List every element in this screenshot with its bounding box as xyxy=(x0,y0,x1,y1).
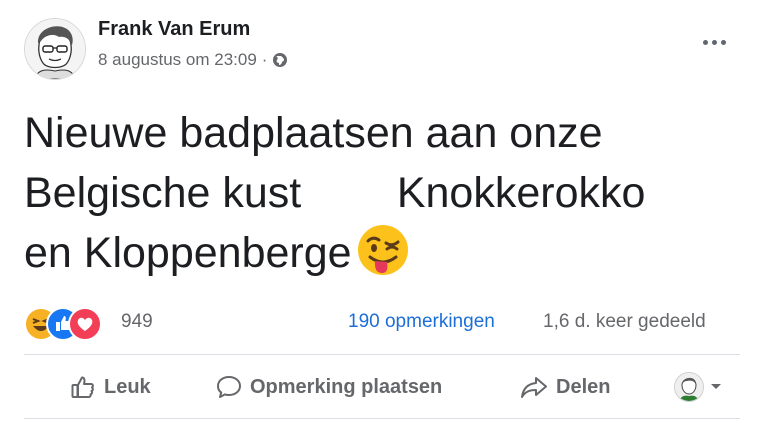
winking-face-tongue-emoji xyxy=(357,225,408,275)
divider xyxy=(24,354,740,355)
meta-separator: · xyxy=(261,50,268,69)
post-message-text: Nieuwe badplaatsen aan onze Belgische ku… xyxy=(24,109,646,277)
comment-button-label: Opmerking plaatsen xyxy=(250,375,443,398)
shares-count[interactable]: 1,6 d. keer gedeeld xyxy=(543,311,706,333)
share-button[interactable]: Delen xyxy=(520,367,610,407)
author-avatar[interactable] xyxy=(24,18,86,80)
post-as-selector[interactable] xyxy=(674,367,722,407)
more-options-icon[interactable] xyxy=(694,30,734,54)
divider-bottom xyxy=(24,418,740,419)
speech-bubble-icon xyxy=(217,376,241,398)
reaction-count[interactable]: 949 xyxy=(121,311,153,333)
author-name[interactable]: Frank Van Erum xyxy=(98,18,250,41)
love-reaction-icon xyxy=(68,307,102,341)
share-button-label: Delen xyxy=(556,375,611,398)
comments-count-link[interactable]: 190 opmerkingen xyxy=(348,311,495,333)
facebook-post: Frank Van Erum 8 augustus om 23:09 · Nie… xyxy=(0,0,763,431)
like-button-label: Leuk xyxy=(104,375,151,398)
post-meta: 8 augustus om 23:09 · xyxy=(98,50,288,70)
chevron-down-icon xyxy=(711,384,721,389)
comment-button[interactable]: Opmerking plaatsen xyxy=(216,367,442,407)
thumbs-up-icon xyxy=(71,376,94,398)
avatar-sketch-image xyxy=(25,19,85,79)
more-dot xyxy=(702,39,708,45)
post-timestamp[interactable]: 8 augustus om 23:09 xyxy=(98,50,257,70)
reaction-icons[interactable] xyxy=(24,307,114,341)
like-button[interactable]: Leuk xyxy=(70,367,151,407)
globe-icon[interactable] xyxy=(272,52,288,68)
mini-avatar xyxy=(674,372,704,402)
more-dot xyxy=(711,39,717,45)
share-arrow-icon xyxy=(521,377,547,398)
more-dot xyxy=(720,39,726,45)
post-message: Nieuwe badplaatsen aan onze Belgische ku… xyxy=(24,103,744,283)
